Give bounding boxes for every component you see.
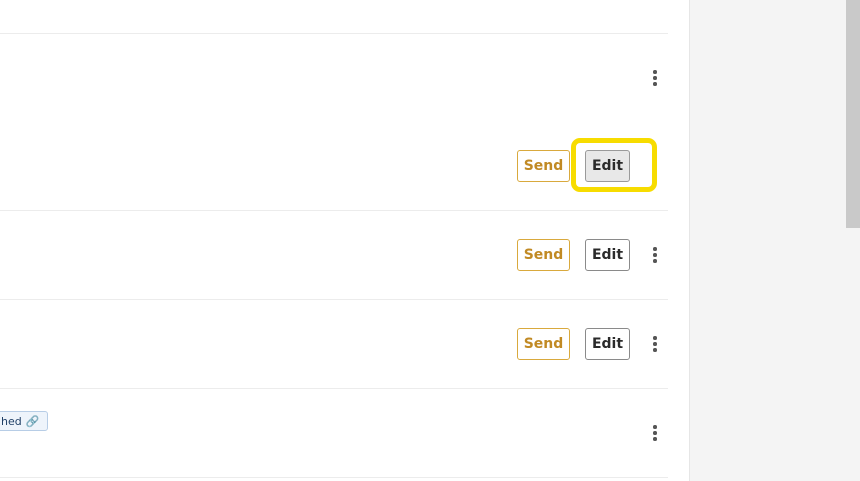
edit-button[interactable]: Edit xyxy=(585,239,630,271)
edit-button[interactable]: Edit xyxy=(585,150,630,182)
row-divider xyxy=(0,33,668,34)
row-divider xyxy=(0,299,668,300)
link-icon: 🔗 xyxy=(25,414,40,428)
status-tag-label: hed xyxy=(1,414,22,428)
row-divider xyxy=(0,477,668,478)
row-divider xyxy=(0,210,668,211)
more-options-icon[interactable] xyxy=(648,245,662,265)
edit-button[interactable]: Edit xyxy=(585,328,630,360)
row-divider xyxy=(0,388,668,389)
main-content: Send Edit Send Edit Send Edit hed 🔗 xyxy=(0,0,668,481)
more-options-icon[interactable] xyxy=(648,423,662,443)
scrollbar-thumb[interactable] xyxy=(846,0,860,228)
send-button[interactable]: Send xyxy=(517,239,570,271)
more-options-icon[interactable] xyxy=(648,68,662,88)
side-panel-background xyxy=(690,0,860,481)
send-button[interactable]: Send xyxy=(517,328,570,360)
scrollbar[interactable] xyxy=(846,0,860,481)
status-tag[interactable]: hed 🔗 xyxy=(0,411,49,431)
side-panel xyxy=(668,0,860,481)
send-button[interactable]: Send xyxy=(517,150,570,182)
more-options-icon[interactable] xyxy=(648,334,662,354)
